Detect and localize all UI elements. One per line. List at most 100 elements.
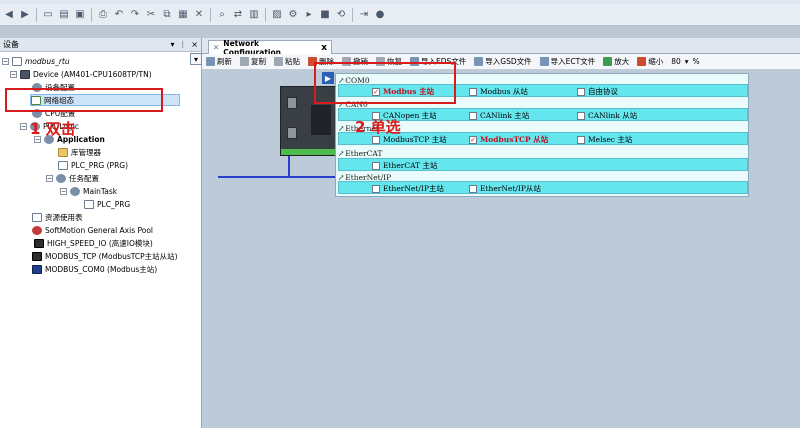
copy-icon (240, 57, 249, 66)
chevron-down-icon: ▾ (684, 57, 689, 66)
close-icon[interactable]: × (191, 40, 198, 49)
import-gsd-button[interactable]: 导入GSD文件 (474, 56, 532, 67)
tree-softmotion[interactable]: SoftMotion General Axis Pool (32, 224, 153, 236)
stop-icon[interactable]: ■ (318, 8, 332, 22)
device-dropdown[interactable]: ▾ (190, 53, 202, 65)
collapse-icon[interactable]: − (10, 70, 17, 78)
tree-main-task-label: MainTask (83, 186, 118, 196)
project-icon (12, 56, 22, 66)
checkbox-icon[interactable] (577, 135, 585, 144)
tab-network-configuration[interactable]: ✕ Network Configuration x (208, 39, 332, 57)
tree-plc-prg[interactable]: PLC_PRG (PRG) (58, 159, 128, 171)
collapse-icon[interactable]: − (20, 122, 27, 130)
zoom-select[interactable]: 80 ▾ % (671, 57, 699, 66)
forward-icon[interactable]: ▶ (18, 8, 32, 22)
paste-button[interactable]: 粘贴 (274, 56, 300, 67)
tab-close-icon[interactable]: x (321, 43, 327, 53)
checkbox-icon[interactable] (577, 111, 585, 120)
checkbox-icon[interactable] (469, 111, 477, 120)
group-ethercat-header: ↗ EtherCAT (338, 148, 382, 158)
tree-resources[interactable]: 资源使用表 (32, 211, 83, 223)
tree-modbus-com0-label: MODBUS_COM0 (Modbus主站) (45, 264, 158, 274)
open-icon[interactable]: ▤ (57, 8, 71, 22)
tree-device[interactable]: − Device (AM401-CPU1608TP/TN) (10, 68, 152, 80)
find-icon[interactable]: ⌕ (215, 8, 229, 22)
checkbox-checked-icon[interactable]: ✓ (469, 135, 477, 144)
group-ethernet-ip-options: EtherNet/IP主站 EtherNet/IP从站 (338, 181, 748, 194)
import-ect-label: 导入ECT文件 (550, 57, 596, 66)
motion-icon (32, 225, 42, 235)
back-icon[interactable]: ◀ (2, 8, 16, 22)
option-modbustcp-slave[interactable]: ✓ ModbusTCP 从站 (469, 134, 548, 145)
tree-main-task[interactable]: − MainTask (60, 185, 117, 197)
zoom-in-button[interactable]: 放大 (603, 56, 629, 67)
import-gsd-icon (474, 57, 484, 66)
undo-icon[interactable]: ↶ (112, 8, 126, 22)
zoom-in-label: 放大 (614, 57, 630, 66)
replace-icon[interactable]: ⇄ (231, 8, 245, 22)
toolbar-separator (352, 7, 353, 22)
import-gsd-label: 导入GSD文件 (485, 57, 532, 66)
login-icon[interactable]: ⚙ (286, 8, 300, 22)
panel-menu-icon[interactable]: ▾ (170, 40, 174, 49)
copy-button[interactable]: 复制 (240, 56, 266, 67)
option-canlink-slave[interactable]: CANlink 从站 (577, 110, 637, 121)
option-free-protocol[interactable]: 自由协议 (577, 86, 618, 97)
run-icon[interactable]: ▸ (302, 8, 316, 22)
status-leds (311, 105, 331, 135)
port-icon (287, 127, 297, 139)
pin-icon[interactable]: ᛁ (180, 40, 185, 49)
option-modbus-slave[interactable]: Modbus 从站 (469, 86, 528, 97)
option-ethernet-ip-slave[interactable]: EtherNet/IP从站 (469, 183, 541, 194)
tree-softmotion-label: SoftMotion General Axis Pool (45, 225, 154, 235)
delete-icon[interactable]: ✕ (192, 8, 206, 22)
tree-high-speed-io-label: HIGH_SPEED_IO (高速IO模块) (47, 238, 153, 248)
zoom-out-icon (637, 57, 647, 66)
task-config-icon (56, 173, 66, 183)
breakpoint-icon[interactable]: ● (373, 8, 387, 22)
module-base (281, 149, 335, 155)
tree-library[interactable]: 库管理器 (58, 146, 101, 158)
checkbox-icon[interactable] (372, 184, 380, 193)
new-icon[interactable]: ▭ (41, 8, 55, 22)
tree-high-speed-io[interactable]: HIGH_SPEED_IO (高速IO模块) (34, 237, 153, 249)
checkbox-icon[interactable] (372, 161, 380, 170)
refresh-button[interactable]: 刷新 (206, 56, 232, 67)
highlight-box-network-config (5, 88, 163, 112)
import-ect-button[interactable]: 导入ECT文件 (539, 56, 596, 67)
option-label: CANlink 从站 (588, 111, 638, 120)
copy-icon[interactable]: ⧉ (160, 8, 174, 22)
reset-icon[interactable]: ⟲ (334, 8, 348, 22)
tree-plc-prg-call[interactable]: PLC_PRG (84, 198, 130, 210)
paste-icon[interactable]: ▦ (176, 8, 190, 22)
collapse-icon[interactable]: − (46, 174, 53, 182)
redo-icon[interactable]: ↷ (128, 8, 142, 22)
option-ethercat-master[interactable]: EtherCAT 主站 (372, 160, 437, 171)
checkbox-icon[interactable] (469, 87, 477, 96)
print-icon[interactable]: ⎙ (96, 8, 110, 22)
collapse-icon[interactable]: − (2, 57, 9, 65)
option-melsec-master[interactable]: Melsec 主站 (577, 134, 632, 145)
zoom-unit: % (692, 57, 700, 66)
collapse-icon[interactable]: − (60, 187, 67, 195)
bus-line (288, 156, 290, 178)
option-ethernet-ip-master[interactable]: EtherNet/IP主站 (372, 183, 444, 194)
toolbar-separator (265, 7, 266, 22)
step-icon[interactable]: ⇥ (357, 8, 371, 22)
highlight-box-protocol (314, 62, 456, 104)
save-icon[interactable]: ▣ (73, 8, 87, 22)
tree-task-config[interactable]: − 任务配置 (46, 172, 99, 184)
tree-project[interactable]: − modbus_rtu (2, 55, 70, 67)
device-icon (20, 69, 30, 79)
annotation-step1: 1 双击 (30, 120, 76, 138)
compile-icon[interactable]: ▨ (270, 8, 284, 22)
zoom-out-button[interactable]: 缩小 (637, 56, 663, 67)
checkbox-icon[interactable] (577, 87, 585, 96)
group-ethercat-title: EtherCAT (345, 148, 383, 158)
cut-icon[interactable]: ✂ (144, 8, 158, 22)
option-canlink-master[interactable]: CANlink 主站 (469, 110, 529, 121)
build-icon[interactable]: ▥ (247, 8, 261, 22)
tree-modbus-tcp[interactable]: MODBUS_TCP (ModbusTCP主站从站) (32, 250, 178, 262)
checkbox-icon[interactable] (469, 184, 477, 193)
tree-modbus-com0[interactable]: MODBUS_COM0 (Modbus主站) (32, 263, 157, 275)
